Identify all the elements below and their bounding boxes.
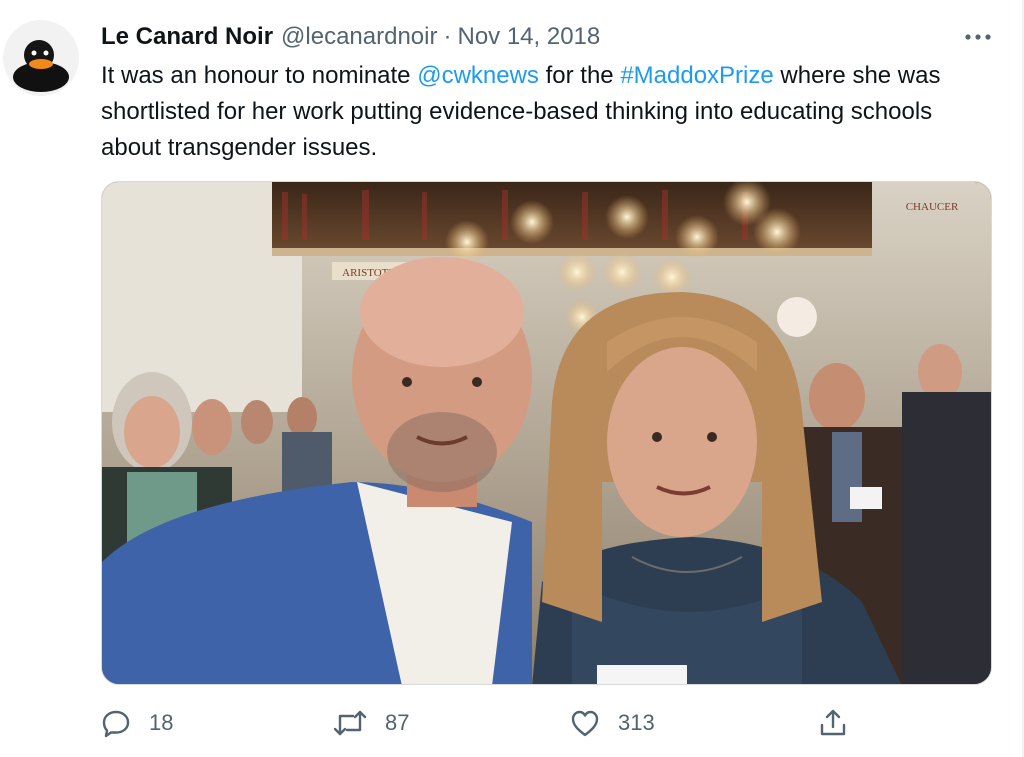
tweet-text-part2: for the (538, 62, 621, 89)
hashtag-link[interactable]: #MaddoxPrize (620, 62, 773, 89)
author-display-name[interactable]: Le Canard Noir (101, 23, 273, 51)
retweet-icon (333, 708, 367, 738)
author-avatar[interactable] (3, 20, 79, 96)
reply-count: 18 (149, 710, 174, 735)
like-count: 313 (618, 710, 655, 735)
more-options-button[interactable] (958, 20, 998, 54)
reply-button[interactable]: 18 (101, 703, 173, 743)
tweet-actions: 18 87 313 (101, 703, 991, 743)
like-button[interactable]: 313 (570, 703, 655, 743)
tweet-header: Le Canard Noir @lecanardnoir · Nov 14, 2… (101, 20, 600, 54)
tweet-date[interactable]: Nov 14, 2018 (457, 23, 600, 51)
header-separator: · (443, 23, 452, 50)
share-button[interactable] (818, 703, 848, 743)
black-duck-icon (13, 40, 69, 92)
share-icon (818, 708, 848, 738)
reply-icon (101, 708, 131, 738)
tweet-text: It was an honour to nominate @cwknews fo… (101, 58, 981, 166)
mention-link[interactable]: @cwknews (417, 62, 539, 89)
tweet-text-part1: It was an honour to nominate (101, 62, 418, 89)
tweet-photo[interactable]: ARISTOTLE CHAUCER (101, 181, 992, 685)
heart-icon (570, 709, 600, 737)
retweet-button[interactable]: 87 (333, 703, 409, 743)
more-icon (965, 34, 991, 40)
retweet-count: 87 (385, 710, 410, 735)
sign-chaucer: CHAUCER (906, 201, 959, 213)
author-handle[interactable]: @lecanardnoir (281, 23, 437, 51)
event-photo-illustration: ARISTOTLE CHAUCER (102, 182, 991, 684)
